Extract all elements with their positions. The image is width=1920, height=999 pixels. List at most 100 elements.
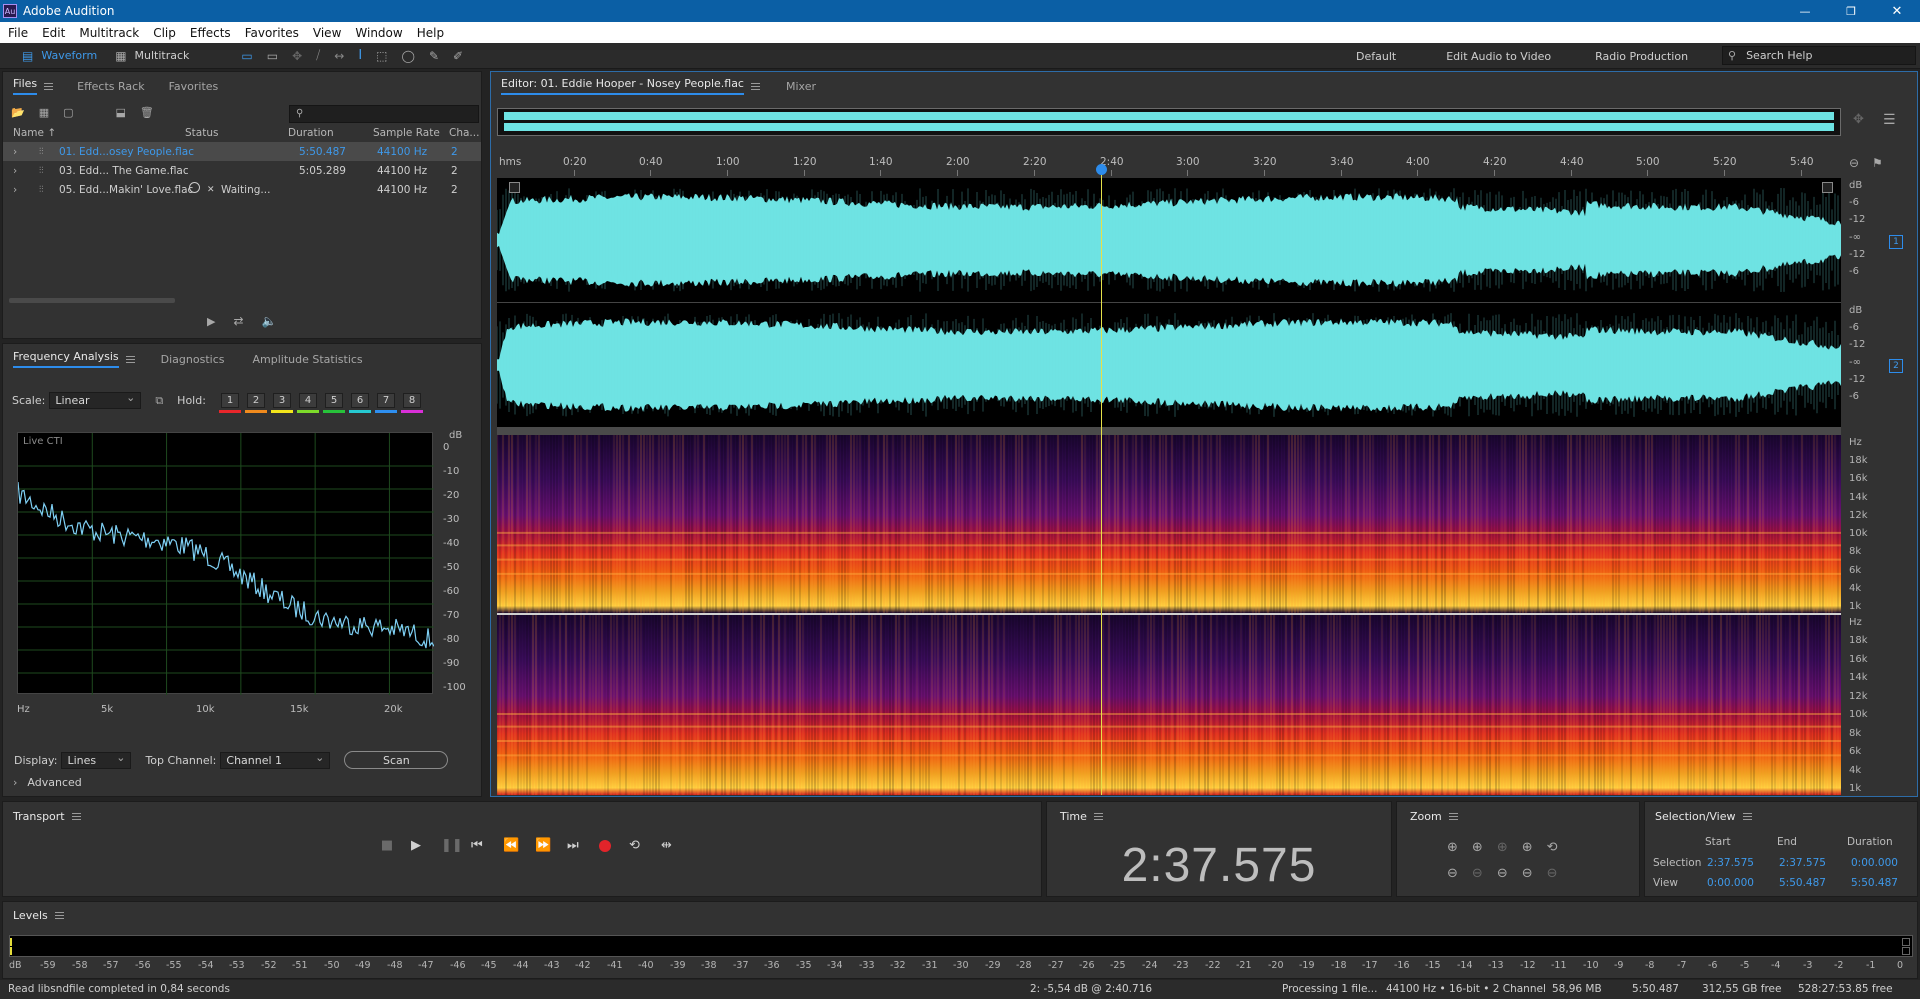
spectral-channel-1[interactable] xyxy=(497,435,1841,613)
hold-button-2[interactable]: 2 xyxy=(245,393,267,413)
menu-view[interactable]: View xyxy=(313,26,341,40)
column-channels[interactable]: Cha... xyxy=(449,127,479,139)
multitrack-button[interactable]: ▦ Multitrack xyxy=(115,49,189,63)
menu-edit[interactable]: Edit xyxy=(42,26,65,40)
hud-icon[interactable] xyxy=(509,182,520,193)
zoom-out-full-icon[interactable]: ⊖ xyxy=(1447,866,1458,881)
playhead[interactable] xyxy=(1101,168,1103,795)
view-end[interactable]: 5:50.487 xyxy=(1779,877,1826,889)
zoom-in-time-icon[interactable]: ⊕ xyxy=(1497,840,1508,855)
menu-favorites[interactable]: Favorites xyxy=(245,26,299,40)
selection-duration[interactable]: 0:00.000 xyxy=(1851,857,1898,869)
expand-chevron-icon[interactable]: › xyxy=(13,146,17,158)
column-status[interactable]: Status xyxy=(185,127,218,139)
hold-button-3[interactable]: 3 xyxy=(271,393,293,413)
zoom-selection-right-icon[interactable]: ⊖ xyxy=(1522,866,1533,881)
spectral-channel-2[interactable] xyxy=(497,615,1841,795)
column-duration[interactable]: Duration xyxy=(288,127,334,139)
tab-mixer[interactable]: Mixer xyxy=(776,72,826,100)
snap-icon[interactable]: ⊖ xyxy=(1849,156,1859,170)
stop-button[interactable]: ■ xyxy=(381,838,393,853)
tab-amplitude-statistics[interactable]: Amplitude Statistics xyxy=(243,344,373,374)
hold-button-1[interactable]: 1 xyxy=(219,393,241,413)
menu-multitrack[interactable]: Multitrack xyxy=(79,26,139,40)
panel-menu-icon[interactable] xyxy=(1448,812,1458,820)
channel-badge-1[interactable]: 1 xyxy=(1889,235,1903,249)
hold-button-5[interactable]: 5 xyxy=(323,393,345,413)
file-row[interactable]: › ⫶⫶ 01. Edd...osey People.flac 5:50.487… xyxy=(3,142,481,161)
column-name[interactable]: Name ↑ xyxy=(13,127,56,139)
close-icon[interactable]: ✕ xyxy=(1874,4,1920,19)
files-horizontal-scrollbar[interactable] xyxy=(9,298,175,303)
insert-multitrack-icon[interactable]: ⬓ xyxy=(116,106,126,119)
zoom-in-selection-icon[interactable]: ⊕ xyxy=(1522,840,1533,855)
column-sample-rate[interactable]: Sample Rate xyxy=(373,127,440,139)
tab-effects-rack[interactable]: Effects Rack xyxy=(67,72,154,100)
advanced-toggle[interactable]: › Advanced xyxy=(13,776,82,789)
workspace-radio-production[interactable]: Radio Production xyxy=(1595,50,1688,63)
delete-icon[interactable]: 🗑 xyxy=(140,106,154,119)
tab-files[interactable]: Files xyxy=(3,72,63,100)
zoom-out-time-icon[interactable]: ⊖ xyxy=(1472,866,1483,881)
tab-favorites[interactable]: Favorites xyxy=(159,72,229,100)
panel-menu-icon[interactable] xyxy=(1742,812,1752,820)
file-row[interactable]: › ⫶⫶ 03. Edd... The Game.flac 5:05.289 4… xyxy=(3,161,481,180)
panel-menu-icon[interactable] xyxy=(125,355,135,363)
timeline-ruler[interactable]: hms 0:20 0:40 1:00 1:20 1:40 2:00 2:20 2:40 3:00… xyxy=(497,154,1841,176)
time-selection-tool-icon[interactable]: I xyxy=(358,48,362,63)
pause-button[interactable]: ❚❚ xyxy=(441,838,463,853)
menu-help[interactable]: Help xyxy=(417,26,444,40)
zoom-selection-left-icon[interactable]: ⊖ xyxy=(1497,866,1508,881)
scan-options-icon[interactable]: ⧉ xyxy=(155,394,163,408)
lasso-tool-icon[interactable]: ◯ xyxy=(402,49,415,63)
search-help-field[interactable]: ⚲ Search Help xyxy=(1722,46,1916,65)
panel-menu-icon[interactable] xyxy=(44,82,54,90)
expand-chevron-icon[interactable]: › xyxy=(13,184,17,196)
preview-loop-icon[interactable]: ⇄ xyxy=(233,314,243,328)
play-button[interactable]: ▶ xyxy=(411,838,423,853)
channel-badge-2[interactable]: 2 xyxy=(1889,359,1903,373)
view-start[interactable]: 0:00.000 xyxy=(1707,877,1754,889)
waveform-channel-2[interactable] xyxy=(497,303,1841,427)
clip-indicator-right[interactable] xyxy=(1902,947,1910,955)
go-to-end-button[interactable]: ⏭ xyxy=(567,838,581,853)
waveform-button[interactable]: ▤ Waveform xyxy=(22,49,97,63)
expand-chevron-icon[interactable]: › xyxy=(13,165,17,177)
record-button[interactable] xyxy=(599,839,611,852)
file-row[interactable]: › ⫶⫶ 05. Edd...Makin' Love.flac ✕ Waitin… xyxy=(3,180,481,199)
tab-diagnostics[interactable]: Diagnostics xyxy=(151,344,235,374)
workspace-edit-audio-to-video[interactable]: Edit Audio to Video xyxy=(1446,50,1551,63)
selection-end[interactable]: 2:37.575 xyxy=(1779,857,1826,869)
marquee-tool-icon[interactable]: ⬚ xyxy=(376,49,387,63)
razor-tool-icon[interactable]: ⧸ xyxy=(316,48,320,63)
zoom-reset-icon[interactable]: ⟲ xyxy=(1547,840,1558,855)
top-channel-dropdown[interactable]: Channel 1 xyxy=(220,751,331,769)
tab-frequency-analysis[interactable]: Frequency Analysis xyxy=(3,344,145,374)
waveform-channel-1[interactable] xyxy=(497,178,1841,302)
move-tool-icon[interactable]: ✥ xyxy=(292,49,302,63)
hold-button-6[interactable]: 6 xyxy=(349,393,371,413)
loop-button[interactable]: ⟲ xyxy=(629,838,643,853)
expand-view-icon[interactable] xyxy=(1822,182,1833,193)
files-search-input[interactable]: ⚲ xyxy=(289,105,479,123)
brush-tool-icon[interactable]: ✎ xyxy=(429,49,439,63)
zoom-to-selection-icon[interactable]: ✥ xyxy=(1853,112,1864,127)
editor-settings-icon[interactable]: ☰ xyxy=(1883,112,1896,128)
scan-button[interactable]: Scan xyxy=(344,751,449,769)
spot-healing-icon[interactable]: ✐ xyxy=(453,49,463,63)
menu-effects[interactable]: Effects xyxy=(190,26,231,40)
panel-menu-icon[interactable] xyxy=(54,911,64,919)
skip-selection-button[interactable]: ⇹ xyxy=(661,838,675,853)
zoom-in-amplitude-icon[interactable]: ⊕ xyxy=(1447,840,1458,855)
menu-clip[interactable]: Clip xyxy=(153,26,176,40)
minimize-icon[interactable]: — xyxy=(1782,5,1828,18)
waveform-display-icon[interactable]: ▭ xyxy=(267,49,278,63)
new-file-icon[interactable]: ▢ xyxy=(63,106,73,119)
selection-start[interactable]: 2:37.575 xyxy=(1707,857,1754,869)
go-to-start-button[interactable]: ⏮ xyxy=(471,838,485,853)
panel-menu-icon[interactable] xyxy=(750,82,760,90)
waveform-overview[interactable] xyxy=(497,108,1841,136)
maximize-icon[interactable]: ❐ xyxy=(1828,5,1874,18)
zoom-out-amplitude-icon[interactable]: ⊕ xyxy=(1472,840,1483,855)
cancel-icon[interactable]: ✕ xyxy=(207,185,215,195)
